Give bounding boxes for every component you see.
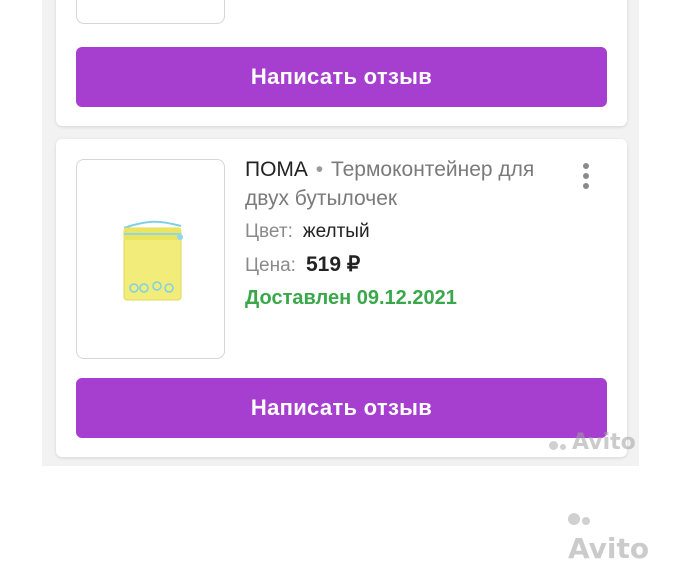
price-value: 519 ₽ bbox=[305, 253, 361, 276]
product-title[interactable]: ПОМА • Термоконтейнер для двух бутылочек bbox=[245, 155, 565, 213]
avito-watermark: Avito bbox=[568, 497, 677, 565]
write-review-button[interactable]: Написать отзыв bbox=[76, 378, 607, 438]
price-row: Цена: 519 ₽ bbox=[245, 252, 360, 277]
orders-screen: Написать отзыв ПОМА • Термоконтейнер для… bbox=[42, 0, 639, 466]
color-row: Цвет: желтый bbox=[245, 221, 370, 243]
write-review-button[interactable]: Написать отзыв bbox=[76, 47, 607, 107]
kebab-vertical-icon[interactable] bbox=[578, 163, 594, 195]
color-value: желтый bbox=[302, 221, 370, 242]
order-card: ПОМА • Термоконтейнер для двух бутылочек… bbox=[56, 139, 627, 457]
price-label: Цена: bbox=[245, 255, 296, 276]
avito-watermark: Avito bbox=[549, 430, 636, 456]
product-thumbnail[interactable] bbox=[76, 0, 225, 24]
order-card: Написать отзыв bbox=[56, 0, 627, 126]
product-thumbnail[interactable] bbox=[76, 159, 225, 359]
color-label: Цвет: bbox=[245, 221, 293, 242]
brand-name: ПОМА bbox=[245, 158, 308, 181]
separator-dot: • bbox=[315, 158, 324, 181]
thermo-container-image bbox=[123, 220, 183, 301]
delivery-status: Доставлен 09.12.2021 bbox=[245, 287, 457, 309]
